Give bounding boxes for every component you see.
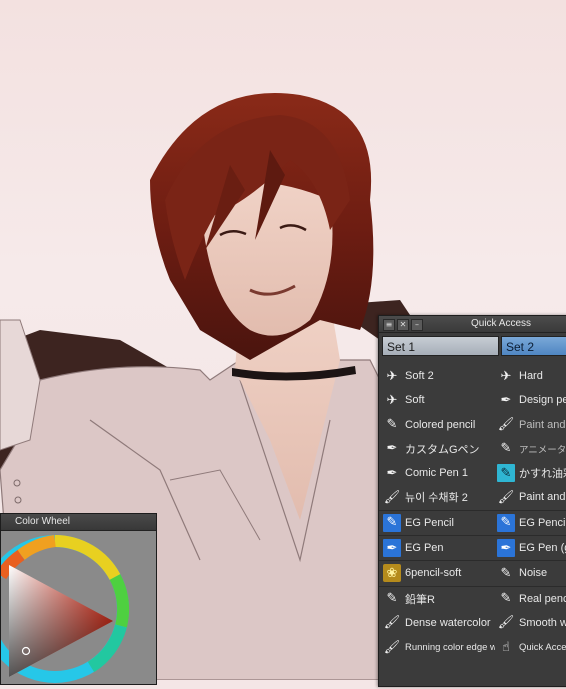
tool-item[interactable]: 🖌 Running color edge wa [383,635,495,659]
quick-access-panel: ≡ ✕ – Quick Access Set 1 Set 2 ✈ Soft 2 ✈… [378,315,566,687]
tool-item[interactable]: ✒ EG Pen (g [497,536,566,560]
quick-access-title: Quick Access [471,318,532,329]
tool-item[interactable]: ✈ Soft 2 [383,364,495,388]
color-wheel-body [0,531,156,684]
airbrush-icon: ✈ [500,368,512,384]
tool-label: 鉛筆R [405,593,435,606]
tool-grid: ✈ Soft 2 ✈ Hard ✈ Soft ✒ Design pe ✎ Colored … [379,364,566,660]
color-wheel-panel: Color Wheel [0,513,157,685]
tool-row: ✎ Colored pencil 🖌 Paint and [379,413,566,437]
tool-row: 🖌 뉴이 수채화 2 🖌 Paint and [379,485,566,509]
tool-item[interactable]: ✎ Noise [497,561,566,585]
tool-item[interactable]: ❀ 6pencil-soft [383,561,495,585]
tool-label: Design pe [519,394,566,407]
tool-item[interactable]: ✒ EG Pen [383,536,495,560]
tool-label: Hard [519,370,543,382]
tool-item[interactable]: ✈ Hard [497,364,566,388]
tool-item[interactable]: ✎ Real penc [497,587,566,611]
tool-label: EG Pen [405,542,444,555]
pencil-icon: ✎ [500,565,512,581]
tool-row: ✎ EG Pencil ✎ EG Pencil [379,509,566,535]
quick-access-titlebar[interactable]: ≡ ✕ – Quick Access [379,316,566,333]
airbrush-icon: ✈ [386,368,398,384]
tool-label: EG Pen (g [519,542,566,555]
pencil-icon: ✎ [500,591,512,607]
tool-item[interactable]: 🖌 Smooth wa [497,611,566,635]
pencil-icon: ✎ [386,417,398,433]
tool-row: ✈ Soft 2 ✈ Hard [379,364,566,388]
tool-item[interactable]: ✎ EG Pencil [497,511,566,535]
airbrush-icon: ✈ [386,392,398,408]
tool-item[interactable]: ✎ EG Pencil [383,511,495,535]
tool-label: 6pencil-soft [405,567,462,580]
tool-item[interactable]: 🖌 Paint and [497,413,566,437]
pen-icon: ✒ [383,539,401,558]
tool-label: Paint and [519,418,566,431]
tool-item[interactable]: ✎ アニメーター [497,437,566,461]
tool-item[interactable]: ✒ カスタムGペン [383,437,495,461]
tool-row: 🖌 Dense watercolor 🖌 Smooth wa [379,611,566,635]
tool-label: 뉴이 수채화 2 [405,492,468,505]
tool-label: Soft [405,394,425,407]
tool-item[interactable]: ✎ 鉛筆R [383,587,495,611]
tool-label: Paint and [519,491,566,504]
brush-icon: 🖌 [383,639,401,655]
tool-label: Soft 2 [405,370,434,382]
tool-label: Comic Pen 1 [405,467,468,480]
tab-set-1[interactable]: Set 1 [382,336,499,356]
set-tabs: Set 1 Set 2 [379,334,566,360]
tool-item[interactable]: ☝ Quick Acces [497,635,566,659]
brush-icon: 🖌 [383,489,401,505]
pen-icon: ✒ [500,392,512,408]
pencil-icon: ✎ [497,513,515,532]
oil-brush-icon: ✎ [497,464,515,483]
brush-icon: 🖌 [383,615,401,631]
tool-row: ✈ Soft ✒ Design pe [379,388,566,412]
tool-item[interactable]: 🖌 Paint and [497,485,566,509]
tool-label: Real penc [519,592,566,605]
tool-item[interactable]: ✎ Colored pencil [383,413,495,437]
tool-item[interactable]: ✎ かすれ油彩 [497,461,566,485]
color-wheel-title[interactable]: Color Wheel [1,514,156,531]
close-icon[interactable]: ✕ [397,319,409,331]
tool-row: ✒ EG Pen ✒ EG Pen (g [379,535,566,560]
tool-item[interactable]: 🖌 Dense watercolor [383,611,495,635]
tool-label: Smooth wa [519,616,566,629]
panel-menu-icon[interactable]: ≡ [383,319,395,331]
pen-icon: ✒ [497,539,515,558]
tool-item[interactable]: 🖌 뉴이 수채화 2 [383,485,495,509]
tool-label: アニメーター [519,444,566,456]
pen-icon: ✒ [386,465,398,481]
brush-icon: 🖌 [497,417,515,433]
minimize-icon[interactable]: – [411,319,423,331]
tool-item[interactable]: ✒ Comic Pen 1 [383,461,495,485]
pencil-icon: ✎ [500,441,512,457]
tool-label: Dense watercolor [405,616,491,629]
tool-item[interactable]: ✈ Soft [383,388,495,412]
tool-label: Noise [519,567,548,580]
brush-icon: 🖌 [497,615,515,631]
quick-access-icon: ☝ [502,639,510,655]
tool-label: Running color edge wa [405,641,495,653]
tool-row: ✒ Comic Pen 1 ✎ かすれ油彩 [379,461,566,485]
tool-label: かすれ油彩 [519,468,566,481]
pen-icon: ✒ [386,441,398,457]
tool-row: 🖌 Running color edge wa ☝ Quick Acces [379,635,566,659]
color-wheel[interactable] [0,531,156,684]
tool-item[interactable]: ✒ Design pe [497,388,566,412]
tool-label: カスタムGペン [405,443,480,456]
tool-label: EG Pencil [405,516,454,529]
tool-label: EG Pencil [519,516,566,529]
tool-row: ❀ 6pencil-soft ✎ Noise [379,560,566,585]
tool-row: ✒ カスタムGペン ✎ アニメーター [379,437,566,461]
tool-label: Colored pencil [405,418,476,431]
brush-icon: 🖌 [497,489,515,505]
tab-set-2[interactable]: Set 2 [501,336,566,356]
pencil-icon: ✎ [383,513,401,532]
texture-icon: ❀ [383,564,401,583]
tool-label: Quick Acces [519,641,566,653]
tool-row: ✎ 鉛筆R ✎ Real penc [379,585,566,611]
pencil-icon: ✎ [386,591,398,607]
